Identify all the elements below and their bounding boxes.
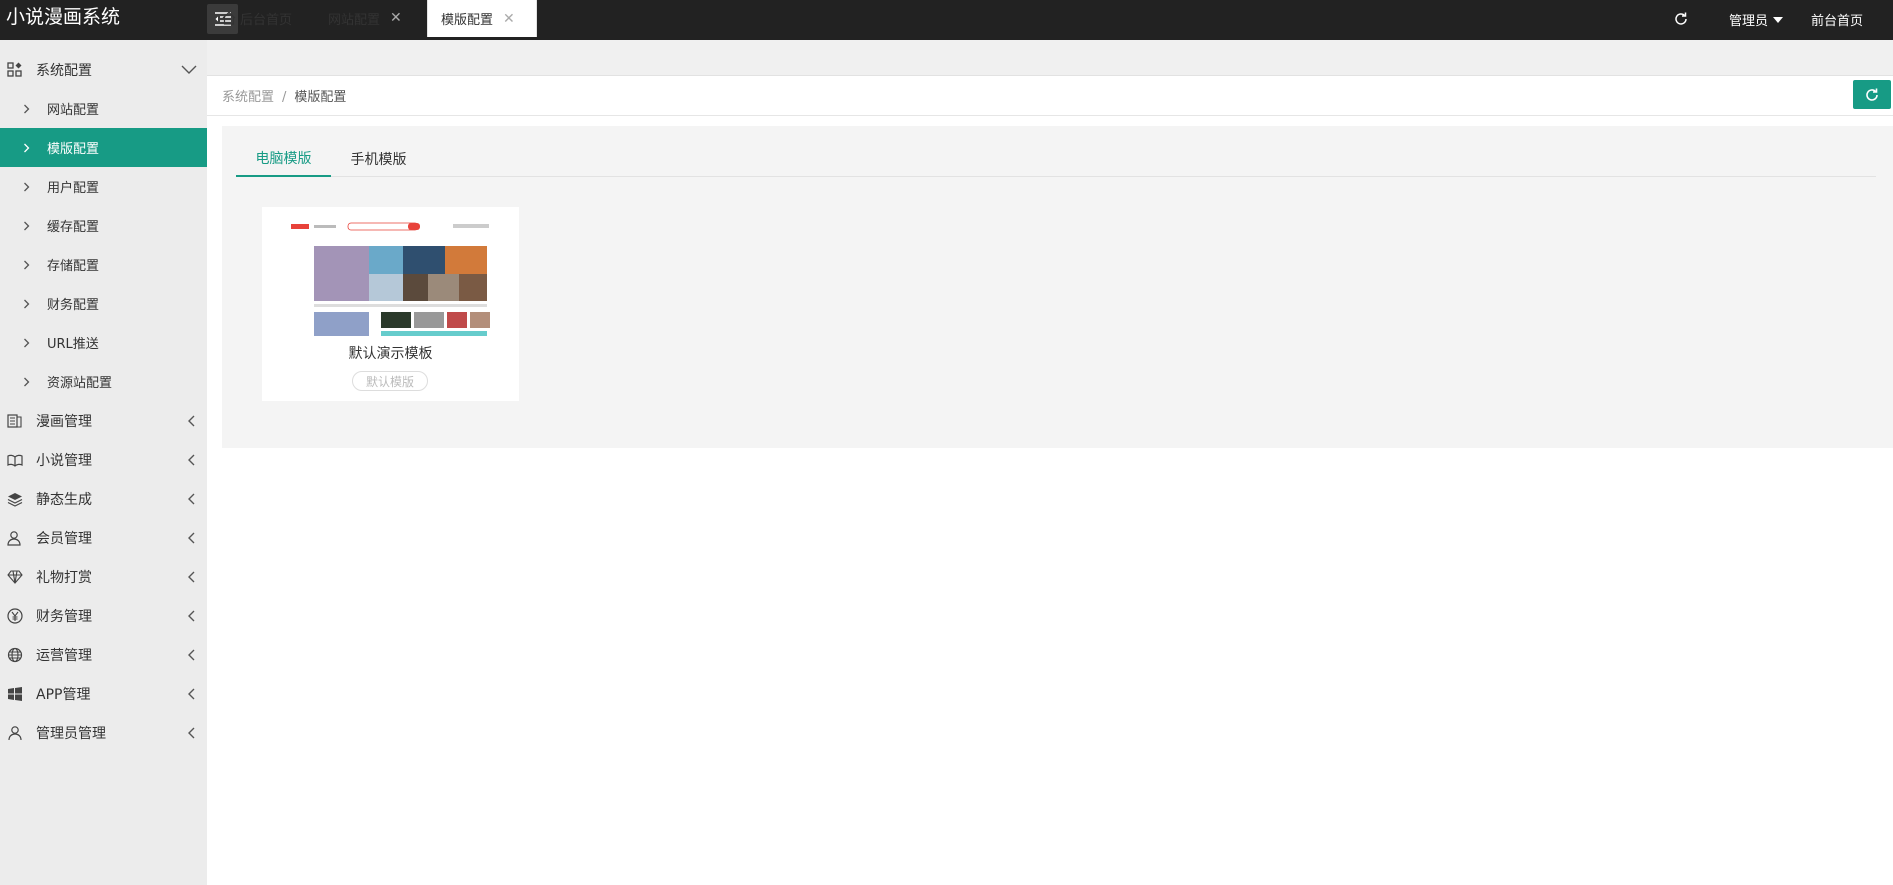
sidebar-group-label: 运营管理 bbox=[36, 647, 92, 664]
close-icon[interactable]: ✕ bbox=[503, 11, 515, 27]
sidebar-item-label: 存储配置 bbox=[47, 259, 100, 274]
sidebar-group-label: 小说管理 bbox=[36, 452, 92, 469]
diamond-icon bbox=[7, 569, 23, 585]
refresh-button[interactable] bbox=[1670, 8, 1692, 30]
sidebar-group-finance[interactable]: 财务管理 bbox=[0, 596, 207, 635]
sidebar-group-label: 礼物打赏 bbox=[36, 569, 92, 586]
template-name: 默认演示模板 bbox=[348, 346, 433, 362]
tab-mobile-template[interactable]: 手机模版 bbox=[331, 140, 426, 177]
default-template-badge: 默认模版 bbox=[352, 371, 428, 391]
admin-label: 管理员 bbox=[1729, 14, 1769, 29]
admin-dropdown[interactable]: 管理员 bbox=[1729, 10, 1784, 29]
sidebar-group-operations[interactable]: 运营管理 bbox=[0, 635, 207, 674]
chevron-right-icon bbox=[23, 299, 31, 309]
windows-icon bbox=[7, 686, 23, 702]
sidebar-group-label: APP管理 bbox=[36, 686, 91, 703]
tab-template-config[interactable]: 模版配置 ✕ bbox=[427, 0, 537, 37]
tab-label: 网站配置 bbox=[328, 12, 381, 28]
app-grid-icon bbox=[7, 61, 23, 78]
sidebar-group-admins[interactable]: 管理员管理 bbox=[0, 713, 207, 752]
user-icon bbox=[7, 725, 23, 741]
book-open-icon bbox=[7, 452, 23, 468]
sidebar-group-label: 系统配置 bbox=[36, 62, 92, 79]
app-title: 小说漫画系统 bbox=[6, 6, 121, 28]
home-icon bbox=[222, 11, 236, 25]
chevron-left-icon bbox=[185, 649, 197, 661]
sidebar-item-label: 用户配置 bbox=[47, 181, 100, 196]
refresh-icon bbox=[1866, 88, 1878, 101]
sidebar-group-novel[interactable]: 小说管理 bbox=[0, 440, 207, 479]
chevron-right-icon bbox=[23, 338, 31, 348]
chevron-left-icon bbox=[185, 610, 197, 622]
chevron-left-icon bbox=[185, 727, 197, 739]
sidebar-group-system-config[interactable]: 系统配置 bbox=[0, 50, 207, 89]
layers-icon bbox=[7, 491, 23, 507]
tab-pc-template[interactable]: 电脑模版 bbox=[236, 140, 331, 177]
breadcrumb-parent[interactable]: 系统配置 bbox=[222, 90, 274, 105]
sidebar-item-label: 财务配置 bbox=[47, 298, 100, 313]
sidebar-group-label: 财务管理 bbox=[36, 608, 92, 625]
comic-icon bbox=[7, 413, 23, 429]
breadcrumb-current: 模版配置 bbox=[294, 90, 347, 105]
breadcrumb: 系统配置 / 模版配置 bbox=[222, 86, 346, 105]
template-type-tabs: 电脑模版 手机模版 bbox=[236, 140, 1876, 177]
sidebar-item-label: URL推送 bbox=[47, 337, 99, 352]
chevron-right-icon bbox=[23, 143, 31, 153]
sidebar-item-url-push[interactable]: URL推送 bbox=[0, 323, 207, 362]
sidebar-item-storage-config[interactable]: 存储配置 bbox=[0, 245, 207, 284]
chevron-right-icon bbox=[23, 221, 31, 231]
sidebar-item-finance-config[interactable]: 财务配置 bbox=[0, 284, 207, 323]
chevron-down-icon bbox=[181, 64, 197, 76]
globe-icon bbox=[7, 647, 23, 663]
sidebar-group-label: 漫画管理 bbox=[36, 413, 92, 430]
sidebar-item-cache-config[interactable]: 缓存配置 bbox=[0, 206, 207, 245]
yen-circle-icon bbox=[7, 607, 23, 624]
sidebar-group-label: 静态生成 bbox=[36, 491, 92, 508]
divider bbox=[207, 115, 1893, 116]
chevron-left-icon bbox=[185, 493, 197, 505]
close-icon[interactable]: ✕ bbox=[390, 10, 402, 26]
tab-label: 后台首页 bbox=[240, 12, 293, 28]
sidebar-item-website-config[interactable]: 网站配置 bbox=[0, 89, 207, 128]
page-tab-bar bbox=[207, 40, 1893, 76]
tab-label: 模版配置 bbox=[441, 13, 494, 28]
sidebar-group-label: 管理员管理 bbox=[36, 725, 106, 742]
template-thumbnail[interactable] bbox=[288, 220, 492, 336]
tab-website-config[interactable]: 网站配置 ✕ bbox=[328, 0, 402, 36]
sidebar-item-user-config[interactable]: 用户配置 bbox=[0, 167, 207, 206]
chevron-right-icon bbox=[23, 377, 31, 387]
chevron-right-icon bbox=[23, 182, 31, 192]
sidebar-item-label: 缓存配置 bbox=[47, 220, 100, 235]
caret-down-icon bbox=[1773, 16, 1784, 23]
reload-page-button[interactable] bbox=[1853, 80, 1891, 109]
refresh-icon bbox=[1675, 12, 1687, 25]
chevron-right-icon bbox=[23, 104, 31, 114]
chevron-left-icon bbox=[185, 688, 197, 700]
sidebar-group-gifts[interactable]: 礼物打赏 bbox=[0, 557, 207, 596]
sidebar-group-label: 会员管理 bbox=[36, 530, 92, 547]
chevron-left-icon bbox=[185, 454, 197, 466]
chevron-left-icon bbox=[185, 532, 197, 544]
sidebar-item-label: 资源站配置 bbox=[47, 376, 113, 391]
sidebar-item-resource-site-config[interactable]: 资源站配置 bbox=[0, 362, 207, 401]
sidebar-item-template-config[interactable]: 模版配置 bbox=[0, 128, 207, 167]
sidebar-group-app[interactable]: APP管理 bbox=[0, 674, 207, 713]
tab-admin-home[interactable]: 后台首页 bbox=[222, 0, 292, 36]
sidebar-group-members[interactable]: 会员管理 bbox=[0, 518, 207, 557]
chevron-left-icon bbox=[185, 415, 197, 427]
chevron-left-icon bbox=[185, 571, 197, 583]
front-home-link[interactable]: 前台首页 bbox=[1811, 10, 1863, 29]
sidebar-group-comic[interactable]: 漫画管理 bbox=[0, 401, 207, 440]
breadcrumb-separator: / bbox=[282, 90, 287, 105]
sidebar-item-label: 模版配置 bbox=[47, 142, 100, 157]
users-icon bbox=[7, 530, 23, 546]
sidebar-item-label: 网站配置 bbox=[47, 103, 100, 118]
sidebar-group-static-gen[interactable]: 静态生成 bbox=[0, 479, 207, 518]
chevron-right-icon bbox=[23, 260, 31, 270]
